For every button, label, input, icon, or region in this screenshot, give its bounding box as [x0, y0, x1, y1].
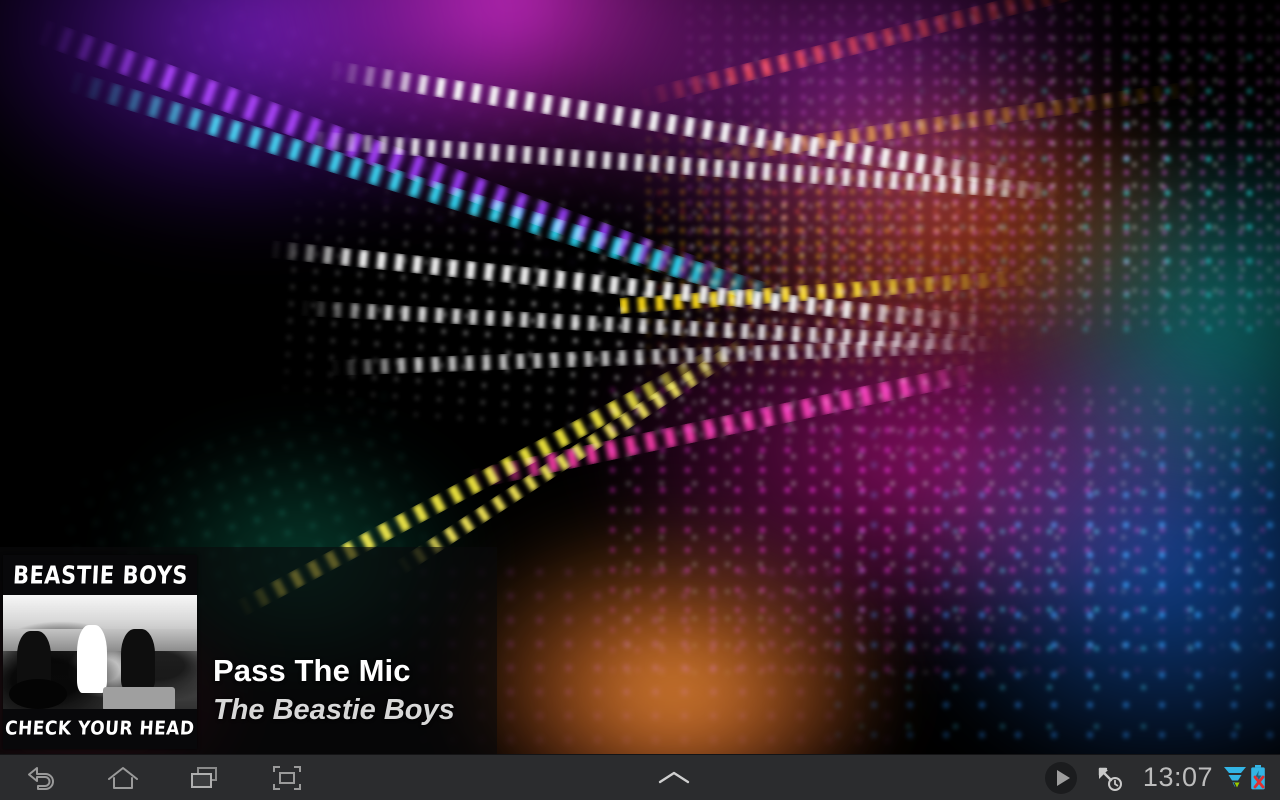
wallpaper-particle-stream	[66, 70, 801, 314]
status-area: 13:07	[1039, 756, 1280, 800]
album-art-detail	[121, 629, 155, 691]
wallpaper-glow	[700, 60, 1220, 390]
wallpaper-glow	[560, 0, 1120, 300]
status-clock[interactable]: 13:07	[1131, 762, 1222, 793]
track-title: Pass The Mic	[213, 653, 411, 689]
album-art-band-top: BEASTIE BOYS	[3, 555, 197, 595]
nav-center-group	[310, 756, 1039, 800]
album-art[interactable]: BEASTIE BOYS CHECK YOUR HEAD	[3, 555, 197, 749]
wallpaper-dot-field	[600, 380, 1280, 680]
wallpaper-dot-field	[680, 0, 1280, 330]
music-player-widget[interactable]: BEASTIE BOYS CHECK YOUR HEAD Pass The Mi…	[0, 547, 497, 754]
back-button[interactable]	[18, 756, 64, 800]
wallpaper-particle-stream	[619, 268, 1040, 314]
wallpaper-particle-stream	[299, 130, 1059, 201]
notifications-chevron-up-icon[interactable]	[651, 756, 697, 800]
wallpaper-particle-stream	[269, 240, 987, 334]
recents-button[interactable]	[182, 756, 228, 800]
track-info: Pass The Mic The Beastie Boys	[197, 547, 497, 754]
wallpaper-particle-stream	[299, 300, 1000, 353]
wallpaper-particle-stream	[698, 72, 1256, 166]
nav-buttons-group	[0, 756, 310, 800]
media-play-button[interactable]	[1039, 756, 1083, 800]
album-art-detail	[77, 625, 107, 693]
screenshot-button[interactable]	[264, 756, 310, 800]
wallpaper-dot-field	[820, 420, 1280, 760]
wallpaper-dot-field	[860, 40, 1280, 340]
battery-error-icon[interactable]	[1248, 763, 1268, 793]
system-navigation-bar: 13:07	[0, 754, 1280, 800]
wallpaper-glow	[1000, 130, 1280, 510]
sync-history-icon[interactable]	[1087, 756, 1131, 800]
album-art-image: BEASTIE BOYS CHECK YOUR HEAD	[3, 555, 197, 749]
wallpaper-particle-stream	[35, 18, 759, 304]
wallpaper-glow	[600, 250, 1240, 650]
wallpaper-particle-stream	[328, 60, 1023, 190]
wifi-signal-icon[interactable]	[1222, 763, 1248, 793]
wallpaper-particle-stream	[637, 0, 1186, 108]
wallpaper-dot-field	[272, 175, 988, 465]
album-art-photo	[3, 595, 197, 711]
wallpaper-glow	[230, 0, 790, 210]
album-art-band-text: BEASTIE BOYS	[11, 560, 189, 590]
home-button[interactable]	[100, 756, 146, 800]
wallpaper-glow	[0, 0, 560, 240]
album-art-band-text: CHECK YOUR HEAD	[4, 717, 196, 741]
android-home-screen: BEASTIE BOYS CHECK YOUR HEAD Pass The Mi…	[0, 0, 1280, 800]
album-art-detail	[9, 679, 67, 709]
wallpaper-dot-field	[128, 0, 672, 297]
wallpaper-particle-stream	[467, 362, 981, 490]
wallpaper-particle-stream	[329, 337, 970, 376]
track-artist: The Beastie Boys	[213, 693, 455, 726]
wallpaper-dot-field	[640, 120, 1060, 380]
album-art-band-bottom: CHECK YOUR HEAD	[3, 709, 197, 749]
wallpaper-particle-stream	[395, 332, 757, 575]
album-art-detail	[103, 687, 175, 711]
wallpaper-glow	[900, 330, 1280, 790]
